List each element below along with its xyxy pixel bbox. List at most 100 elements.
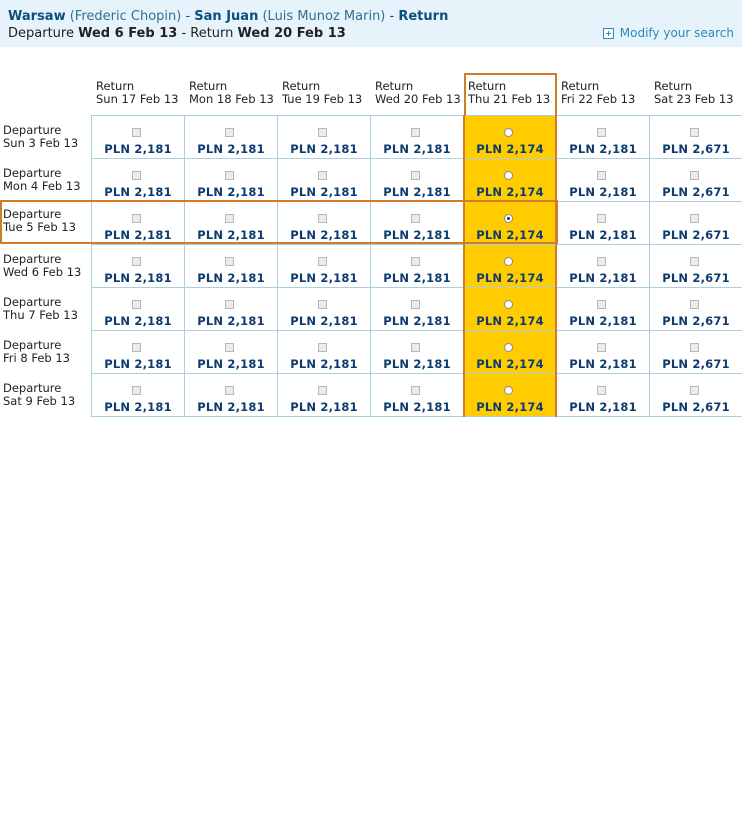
fare-cell[interactable]: PLN 2,181 — [278, 288, 371, 331]
fare-radio[interactable] — [132, 214, 141, 223]
fare-radio[interactable] — [597, 257, 606, 266]
fare-radio[interactable] — [132, 128, 141, 137]
fare-cell[interactable]: PLN 2,181 — [185, 159, 278, 202]
fare-radio[interactable] — [132, 343, 141, 352]
fare-cell[interactable]: PLN 2,181 — [557, 159, 650, 202]
fare-radio[interactable] — [132, 300, 141, 309]
fare-cell[interactable]: PLN 2,671 — [650, 245, 742, 288]
fare-cell[interactable]: PLN 2,181 — [557, 116, 650, 159]
fare-radio[interactable] — [318, 257, 327, 266]
fare-radio[interactable] — [411, 386, 420, 395]
fare-radio[interactable] — [318, 386, 327, 395]
fare-cell[interactable]: PLN 2,181 — [278, 374, 371, 417]
fare-cell[interactable]: PLN 2,671 — [650, 374, 742, 417]
fare-cell[interactable]: PLN 2,174 — [464, 159, 557, 202]
fare-radio[interactable] — [690, 128, 699, 137]
fare-radio[interactable] — [411, 214, 420, 223]
fare-cell[interactable]: PLN 2,181 — [371, 288, 464, 331]
fare-radio[interactable] — [225, 300, 234, 309]
fare-radio[interactable] — [504, 257, 513, 266]
fare-radio[interactable] — [597, 171, 606, 180]
fare-cell[interactable]: PLN 2,181 — [278, 159, 371, 202]
fare-radio[interactable] — [690, 257, 699, 266]
fare-cell[interactable]: PLN 2,181 — [278, 245, 371, 288]
fare-radio[interactable] — [690, 343, 699, 352]
fare-cell[interactable]: PLN 2,174 — [464, 374, 557, 417]
fare-cell[interactable]: PLN 2,181 — [371, 331, 464, 374]
modify-search-link[interactable]: Modify your search — [602, 26, 734, 40]
fare-cell[interactable]: PLN 2,181 — [185, 288, 278, 331]
fare-radio[interactable] — [318, 300, 327, 309]
fare-cell[interactable]: PLN 2,671 — [650, 116, 742, 159]
fare-radio[interactable] — [225, 171, 234, 180]
fare-cell[interactable]: PLN 2,181 — [557, 331, 650, 374]
fare-cell[interactable]: PLN 2,181 — [278, 116, 371, 159]
fare-cell[interactable]: PLN 2,181 — [557, 374, 650, 417]
fare-cell[interactable]: PLN 2,181 — [185, 374, 278, 417]
fare-cell[interactable]: PLN 2,671 — [650, 288, 742, 331]
fare-radio[interactable] — [318, 171, 327, 180]
fare-cell[interactable]: PLN 2,181 — [278, 202, 371, 245]
fare-radio[interactable] — [411, 300, 420, 309]
fare-cell[interactable]: PLN 2,671 — [650, 202, 742, 245]
fare-radio[interactable] — [504, 386, 513, 395]
fare-cell[interactable]: PLN 2,181 — [92, 331, 185, 374]
fare-radio[interactable] — [504, 171, 513, 180]
fare-cell[interactable]: PLN 2,181 — [92, 245, 185, 288]
fare-cell[interactable]: PLN 2,181 — [371, 245, 464, 288]
fare-radio[interactable] — [504, 300, 513, 309]
fare-cell[interactable]: PLN 2,181 — [371, 202, 464, 245]
fare-radio[interactable] — [132, 257, 141, 266]
fare-cell[interactable]: PLN 2,181 — [92, 202, 185, 245]
fare-cell[interactable]: PLN 2,181 — [92, 374, 185, 417]
fare-radio[interactable] — [318, 214, 327, 223]
fare-cell[interactable]: PLN 2,181 — [557, 288, 650, 331]
fare-radio[interactable] — [132, 171, 141, 180]
fare-cell[interactable]: PLN 2,181 — [92, 116, 185, 159]
fare-cell[interactable]: PLN 2,174 — [464, 288, 557, 331]
fare-radio[interactable] — [225, 214, 234, 223]
fare-cell[interactable]: PLN 2,174 — [464, 202, 557, 245]
fare-cell[interactable]: PLN 2,181 — [557, 202, 650, 245]
fare-radio[interactable] — [411, 343, 420, 352]
fare-radio[interactable] — [318, 128, 327, 137]
fare-cell[interactable]: PLN 2,181 — [371, 159, 464, 202]
fare-radio[interactable] — [690, 386, 699, 395]
fare-radio[interactable] — [597, 300, 606, 309]
fare-cell[interactable]: PLN 2,181 — [185, 116, 278, 159]
fare-cell[interactable]: PLN 2,181 — [278, 331, 371, 374]
fare-radio[interactable] — [504, 128, 513, 137]
fare-radio[interactable] — [690, 214, 699, 223]
fare-radio[interactable] — [504, 214, 513, 223]
fare-radio[interactable] — [225, 128, 234, 137]
fare-radio[interactable] — [318, 343, 327, 352]
fare-radio[interactable] — [411, 171, 420, 180]
fare-cell[interactable]: PLN 2,174 — [464, 116, 557, 159]
fare-radio[interactable] — [690, 300, 699, 309]
fare-radio[interactable] — [411, 128, 420, 137]
fare-radio[interactable] — [225, 257, 234, 266]
fare-radio[interactable] — [597, 214, 606, 223]
fare-cell[interactable]: PLN 2,181 — [185, 331, 278, 374]
fare-cell[interactable]: PLN 2,181 — [371, 374, 464, 417]
fare-radio[interactable] — [504, 343, 513, 352]
fare-radio[interactable] — [690, 171, 699, 180]
fare-cell[interactable]: PLN 2,181 — [92, 288, 185, 331]
fare-cell[interactable]: PLN 2,671 — [650, 159, 742, 202]
fare-radio[interactable] — [597, 343, 606, 352]
fare-radio[interactable] — [132, 386, 141, 395]
fare-radio[interactable] — [225, 386, 234, 395]
fare-cell[interactable]: PLN 2,181 — [185, 245, 278, 288]
fare-radio[interactable] — [597, 386, 606, 395]
fare-cell[interactable]: PLN 2,181 — [557, 245, 650, 288]
fare-radio[interactable] — [597, 128, 606, 137]
fare-cell[interactable]: PLN 2,181 — [185, 202, 278, 245]
departure-date-header: Departure Tue 5 Feb 13 — [0, 200, 92, 244]
fare-radio[interactable] — [411, 257, 420, 266]
fare-cell[interactable]: PLN 2,181 — [92, 159, 185, 202]
fare-cell[interactable]: PLN 2,671 — [650, 331, 742, 374]
fare-cell[interactable]: PLN 2,174 — [464, 331, 557, 374]
fare-cell[interactable]: PLN 2,174 — [464, 245, 557, 288]
fare-cell[interactable]: PLN 2,181 — [371, 116, 464, 159]
fare-radio[interactable] — [225, 343, 234, 352]
